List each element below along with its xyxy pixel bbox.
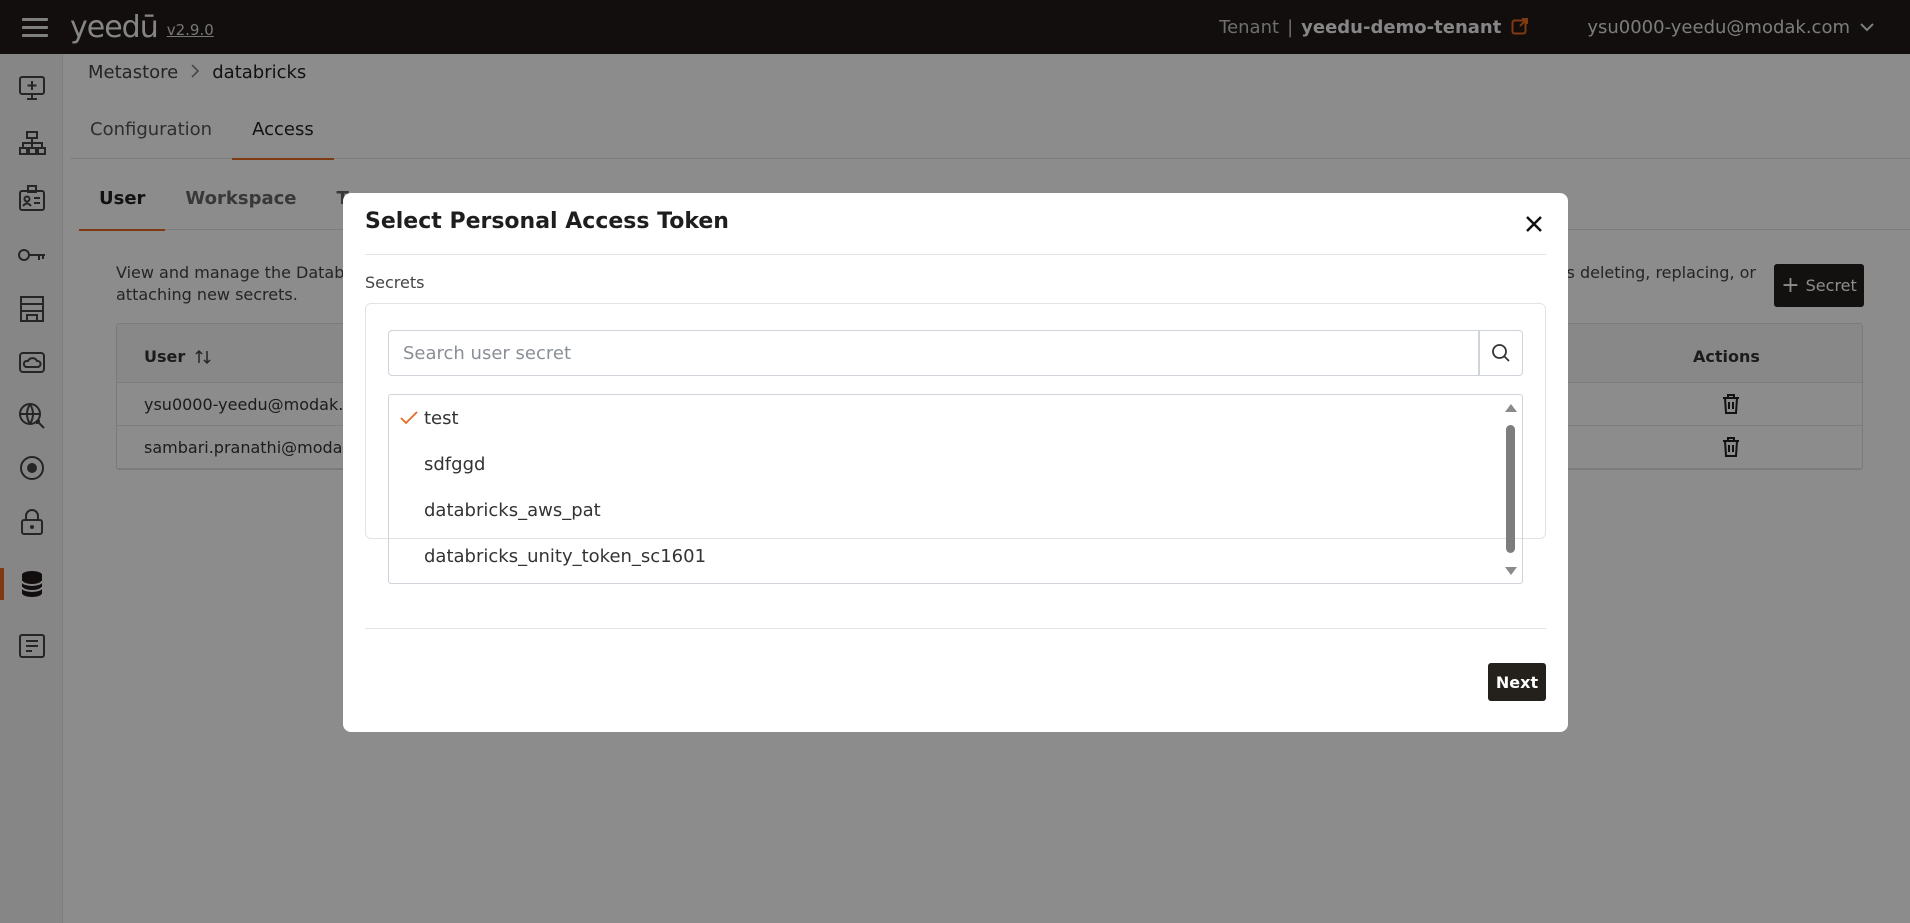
list-item[interactable]: test — [389, 395, 1501, 441]
close-icon[interactable] — [1521, 211, 1547, 237]
scroll-thumb[interactable] — [1506, 425, 1515, 553]
modal-title: Select Personal Access Token — [365, 209, 729, 234]
option-label: databricks_aws_pat — [424, 499, 601, 521]
next-button[interactable]: Next — [1488, 663, 1546, 701]
search-icon — [1492, 344, 1510, 362]
option-label: sdfggd — [424, 453, 486, 475]
secrets-listbox[interactable]: test sdfggd databricks_aws_pat databrick… — [388, 394, 1523, 584]
option-label: databricks_unity_token_sc1601 — [424, 545, 707, 567]
divider — [365, 628, 1546, 629]
list-item[interactable]: sdfggd — [389, 441, 1501, 487]
select-pat-modal: Select Personal Access Token Secrets tes… — [343, 193, 1568, 732]
scroll-down-arrow-icon[interactable] — [1505, 567, 1517, 575]
list-item[interactable]: databricks_aws_pat — [389, 487, 1501, 533]
check-icon — [400, 409, 418, 430]
search-input[interactable] — [388, 330, 1479, 376]
search-button[interactable] — [1479, 330, 1523, 376]
listbox-scrollbar[interactable] — [1500, 395, 1522, 583]
secrets-label: Secrets — [365, 273, 425, 292]
list-item[interactable]: databricks_unity_token_sc1601 — [389, 533, 1501, 579]
secrets-panel: test sdfggd databricks_aws_pat databrick… — [365, 303, 1546, 584]
scroll-up-arrow-icon[interactable] — [1505, 404, 1517, 412]
option-label: test — [424, 407, 459, 429]
divider — [365, 254, 1546, 255]
